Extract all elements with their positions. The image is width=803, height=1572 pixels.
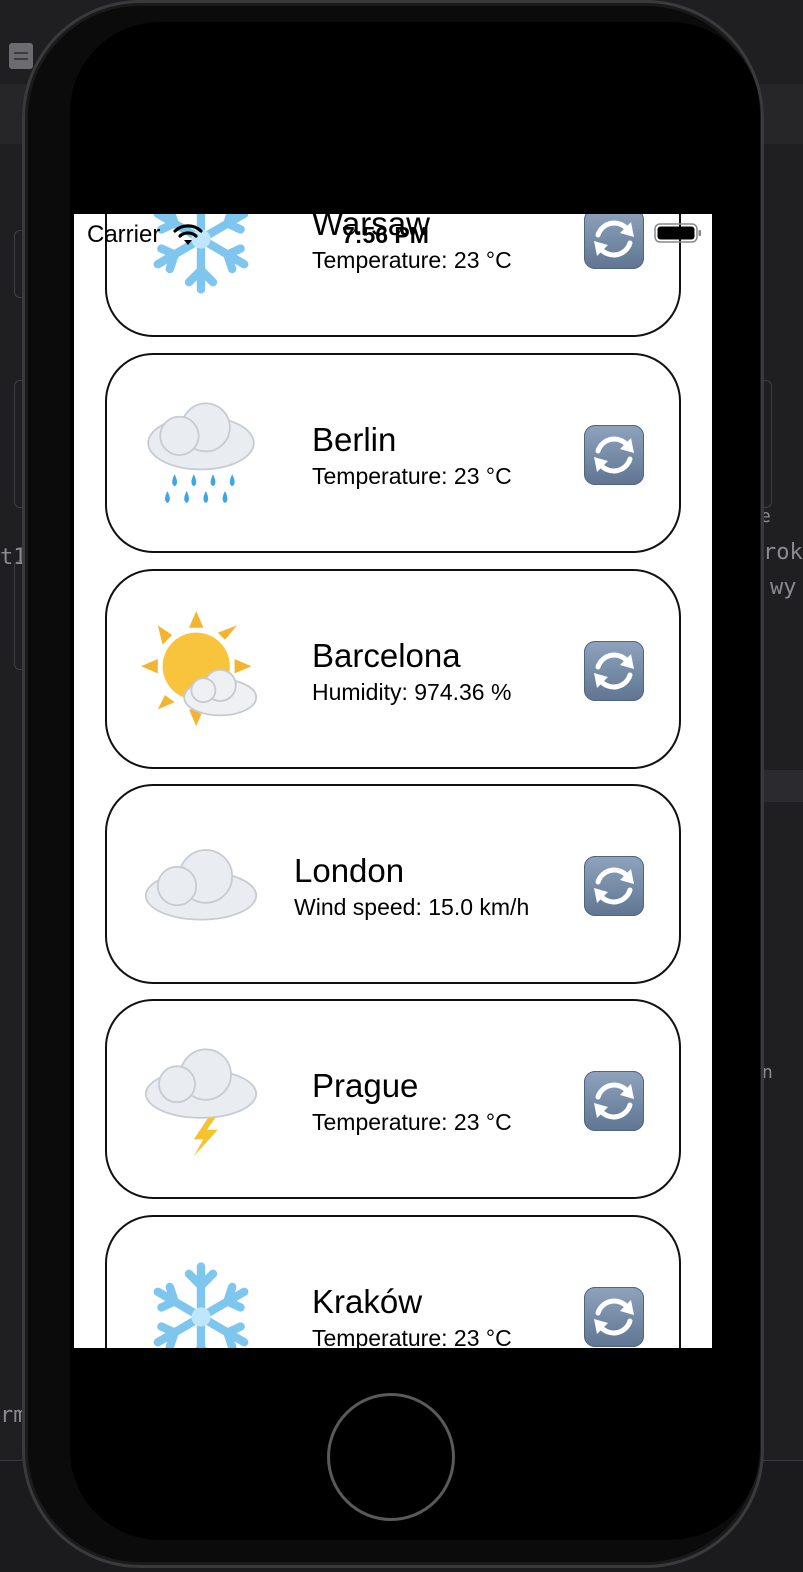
ide-highlight-row	[760, 770, 803, 802]
city-name: Barcelona	[312, 637, 461, 674]
ide-code-text: wy	[770, 575, 797, 600]
refresh-button[interactable]	[584, 641, 644, 701]
sun-behind-cloud-icon	[141, 611, 261, 731]
city-name: Kraków	[312, 1283, 423, 1320]
cloud-icon	[141, 826, 261, 946]
weather-detail: Temperature: 23 °C	[312, 1109, 512, 1135]
clock-time: 7:56 PM	[342, 222, 429, 248]
weather-detail: Humidity: 974.36 %	[312, 679, 512, 705]
wifi-icon	[173, 224, 203, 245]
refresh-icon	[594, 436, 634, 474]
weather-detail: Temperature: 23 °C	[312, 463, 512, 489]
city-card-berlin[interactable]: Berlin Temperature: 23 °C	[105, 353, 681, 553]
thunder-cloud-icon	[141, 1041, 261, 1161]
refresh-icon	[594, 867, 634, 905]
refresh-button[interactable]	[584, 1071, 644, 1131]
city-card-barcelona[interactable]: Barcelona Humidity: 974.36 %	[105, 569, 681, 769]
home-button[interactable]	[327, 1393, 455, 1521]
phone-screen: Warsaw Temperature: 23 °C Berlin Tempera…	[74, 214, 712, 1348]
refresh-icon	[594, 1082, 634, 1120]
city-card-krakow[interactable]: Kraków Temperature: 23 °C	[105, 1215, 681, 1348]
ide-code-text: rok	[763, 540, 803, 565]
city-card-london[interactable]: London Wind speed: 15.0 km/h	[105, 784, 681, 984]
refresh-button[interactable]	[584, 425, 644, 485]
carrier-label: Carrier	[87, 221, 161, 248]
snowflake-icon	[141, 1257, 261, 1348]
city-card-prague[interactable]: Prague Temperature: 23 °C	[105, 999, 681, 1199]
weather-detail: Wind speed: 15.0 km/h	[294, 894, 530, 920]
rain-cloud-icon	[141, 395, 261, 515]
city-name: London	[294, 852, 405, 889]
battery-icon	[654, 223, 701, 243]
refresh-icon	[594, 1298, 634, 1336]
weather-detail: Temperature: 23 °C	[312, 1325, 512, 1348]
city-name: Berlin	[312, 421, 397, 458]
city-name: Prague	[312, 1067, 419, 1104]
status-bar: Carrier 7:56 PM	[74, 214, 712, 254]
file-icon[interactable]	[9, 43, 33, 69]
city-weather-list[interactable]: Warsaw Temperature: 23 °C Berlin Tempera…	[74, 214, 712, 1348]
refresh-button[interactable]	[584, 856, 644, 916]
refresh-button[interactable]	[584, 1287, 644, 1347]
refresh-icon	[594, 652, 634, 690]
